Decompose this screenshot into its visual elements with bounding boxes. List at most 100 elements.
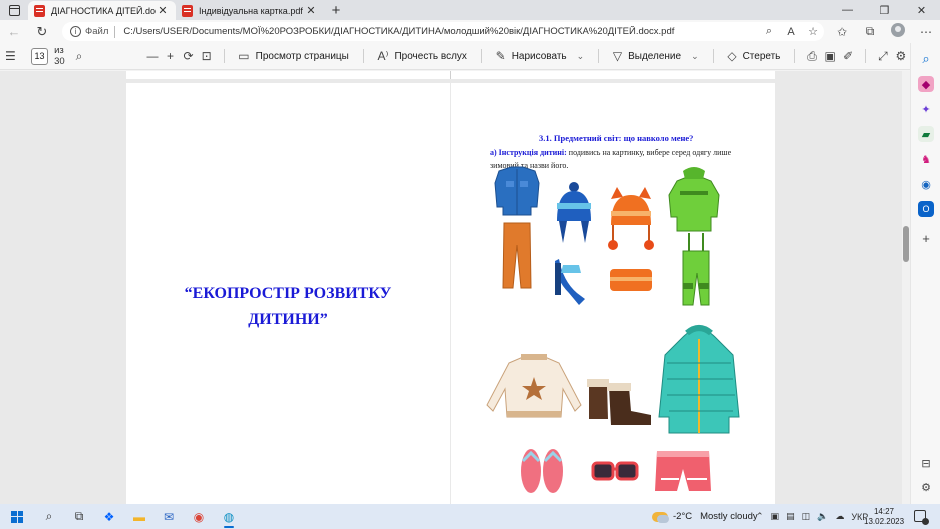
taskbar-search-icon[interactable]: ⌕ [34, 504, 64, 529]
workspaces-button[interactable] [0, 0, 28, 20]
contents-list-icon[interactable]: ☰ [0, 43, 21, 70]
pink-shorts-illustration [655, 451, 711, 491]
vertical-scrollbar[interactable] [902, 71, 910, 504]
pdf-page-right: 3.1. Предметний світ: що навколо мене? а… [451, 83, 775, 504]
divider [114, 25, 116, 38]
settings-gear-icon[interactable]: ⚙ [892, 43, 910, 70]
flip-flops-illustration [521, 449, 563, 493]
back-button[interactable]: ← [0, 20, 28, 43]
page-number-input[interactable]: 13 [30, 47, 49, 65]
brown-boots-illustration [587, 379, 651, 425]
window-controls: — ❐ ✕ [829, 0, 940, 20]
read-aloud-icon[interactable]: A [780, 26, 802, 38]
outlook-icon[interactable]: O [918, 201, 934, 217]
blue-knit-hat-scarf-illustration [555, 182, 591, 305]
orange-hat-scarf-illustration [608, 187, 654, 291]
sunglasses-illustration [591, 461, 639, 481]
orange-pants-illustration [502, 222, 532, 289]
tab-individual-card-pdf[interactable]: Індивідуальна картка.pdf ✕ [176, 1, 324, 20]
file-explorer-icon[interactable]: ▬ [124, 504, 154, 529]
info-icon[interactable]: i [70, 26, 81, 37]
refresh-icon: ↻ [36, 23, 48, 39]
clock-date: 13.02.2023 [864, 517, 905, 526]
read-aloud-button[interactable]: A⁾ Прочесть вслух [372, 43, 473, 70]
fit-page-icon[interactable]: ⊡ [198, 43, 216, 70]
task-view-icon[interactable]: ⧉ [64, 504, 94, 529]
notifications-icon[interactable] [914, 510, 929, 525]
sidebar-settings-icon[interactable]: ⚙ [918, 479, 934, 495]
address-field[interactable]: i Файл C:/Users/USER/Documents/МОЇ%20РОЗ… [62, 22, 824, 41]
clock-time: 14:27 [873, 507, 895, 516]
more-menu-icon[interactable]: ⋯ [912, 25, 940, 39]
network-icon[interactable]: ◫ [802, 511, 811, 522]
dropbox-icon[interactable]: ❖ [94, 504, 124, 529]
page-total: из 30 [54, 45, 65, 67]
windows-taskbar: ⌕ ⧉ ❖ ▬ ✉ ◉ ◍ -2°C Mostly cloudy ⌃ ▣ ▤ ◫… [0, 504, 940, 529]
zoom-search-icon[interactable]: ⌕ [758, 25, 780, 38]
volume-icon[interactable]: 🔈 [817, 511, 828, 522]
green-ski-pants-illustration [682, 233, 710, 306]
add-icon[interactable]: + [918, 230, 934, 246]
mail-icon[interactable]: ✉ [154, 504, 184, 529]
save-icon[interactable]: ▣ [821, 43, 839, 70]
tray-app-icon[interactable]: ▣ [771, 511, 780, 522]
chevron-down-icon[interactable]: ⌄ [691, 51, 699, 62]
favorites-icon[interactable]: ✩ [828, 25, 856, 39]
system-tray: ⌃ ▣ ▤ ◫ 🔈 ☁ УКР [756, 504, 875, 529]
collections-icon[interactable]: ⧉ [856, 24, 884, 39]
erase-button[interactable]: ◇ Стереть [721, 43, 786, 70]
highlight-button[interactable]: ▽ Выделение ⌄ [607, 43, 705, 70]
scrollbar-thumb[interactable] [903, 226, 909, 262]
slogan-line-2: ДИТИНИ” [248, 311, 328, 328]
weather-widget[interactable]: -2°C Mostly cloudy [652, 504, 758, 529]
sidebar-layout-icon[interactable]: ⊟ [918, 455, 934, 471]
tab-title: ДІАГНОСТИКА ДІТЕЙ.docx.pdf [51, 5, 156, 16]
search-icon[interactable]: ⌕ [918, 51, 934, 67]
tab-diagnostics-pdf[interactable]: ДІАГНОСТИКА ДІТЕЙ.docx.pdf ✕ [28, 1, 176, 20]
edge-icon[interactable]: ◍ [214, 504, 244, 529]
fullscreen-icon[interactable]: ⤢ [874, 43, 892, 70]
tray-app-icon[interactable]: ▤ [786, 511, 795, 522]
erase-label: Стереть [742, 50, 781, 62]
print-icon[interactable]: ⎙ [803, 43, 821, 70]
clock[interactable]: 14:27 13.02.2023 [864, 507, 904, 527]
divider [712, 49, 714, 63]
profile-avatar[interactable] [884, 23, 912, 40]
restore-icon[interactable]: ❐ [866, 0, 903, 20]
briefcase-icon[interactable]: ▰ [918, 126, 934, 142]
pdf-document-area[interactable]: “ЕКОПРОСТІР РОЗВИТКУ ДИТИНИ” 3.1. Предме… [0, 71, 910, 504]
close-window-icon[interactable]: ✕ [903, 0, 940, 20]
address-bar-row: ← ↻ i Файл C:/Users/USER/Documents/МОЇ%2… [0, 20, 940, 43]
page-view-button[interactable]: ▭ Просмотр страницы [232, 43, 355, 70]
tools-icon[interactable]: ✦ [918, 101, 934, 117]
url-text[interactable]: C:/Users/USER/Documents/МОЇ%20РОЗРОБКИ/Д… [123, 26, 758, 37]
pdf-file-icon [34, 4, 45, 17]
office-icon[interactable]: ◉ [918, 176, 934, 192]
close-tab-icon[interactable]: ✕ [304, 4, 318, 17]
new-tab-button[interactable]: + [324, 1, 348, 20]
start-button[interactable] [0, 504, 34, 529]
zoom-in-icon[interactable]: + [162, 43, 180, 70]
refresh-button[interactable]: ↻ [28, 20, 56, 43]
chevron-up-icon[interactable]: ⌃ [756, 511, 764, 522]
draw-button[interactable]: ✎ Нарисовать ⌄ [490, 43, 591, 70]
tab-strip: ДІАГНОСТИКА ДІТЕЙ.docx.pdf ✕ Індивідуаль… [0, 0, 940, 20]
divider [598, 49, 599, 63]
rotate-icon[interactable]: ⟳ [180, 43, 198, 70]
search-icon[interactable]: ⌕ [70, 43, 88, 70]
favorite-star-icon[interactable]: ☆ [802, 25, 824, 38]
highlight-label: Выделение [628, 50, 682, 62]
minimize-icon[interactable]: — [829, 0, 866, 20]
zoom-out-icon[interactable]: — [143, 43, 161, 70]
chevron-down-icon[interactable]: ⌄ [577, 51, 585, 62]
chrome-icon[interactable]: ◉ [184, 504, 214, 529]
shopping-tag-icon[interactable]: ◆ [918, 76, 934, 92]
save-as-icon[interactable]: ✐ [839, 43, 857, 70]
green-ski-jacket-illustration [668, 167, 720, 232]
close-tab-icon[interactable]: ✕ [156, 4, 170, 17]
edge-sidebar: ⌕ ◆ ✦ ▰ ♞ ◉ O + ⊟ ⚙ [910, 43, 940, 504]
games-icon[interactable]: ♞ [918, 151, 934, 167]
sweater-with-star-illustration [486, 354, 582, 418]
weather-temp: -2°C [673, 511, 693, 522]
onedrive-icon[interactable]: ☁ [835, 511, 844, 522]
